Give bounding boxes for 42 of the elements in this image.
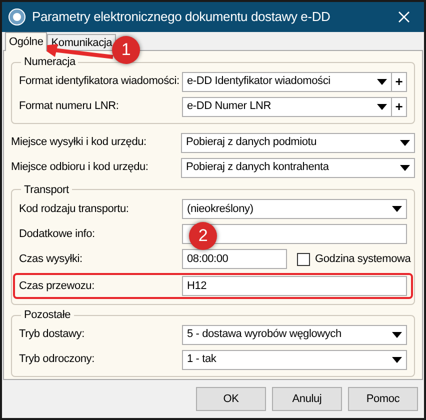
checkbox-label: Godzina systemowa	[315, 252, 411, 267]
field-label: Miejsce wysyłki i kod urzędu:	[11, 135, 148, 150]
dropdown[interactable]: 5 - dostawa wyrobów węglowych	[182, 324, 407, 344]
dropdown-arrow-icon	[392, 332, 402, 338]
dropdown-arrow-icon	[377, 104, 387, 110]
dropdown[interactable]: Pobieraj z danych podmiotu	[181, 132, 415, 152]
add-button[interactable]: +	[392, 96, 407, 116]
dropdown[interactable]: e-DD Identyfikator wiadomości	[182, 72, 392, 92]
group-title: Pozostałe	[23, 308, 72, 323]
tab[interactable]: Ogólne	[5, 32, 48, 51]
dialog-button[interactable]: OK	[196, 387, 266, 411]
dropdown-arrow-icon	[392, 356, 402, 362]
dropdown-arrow-icon	[400, 164, 410, 170]
text-field[interactable]	[182, 224, 407, 244]
text-field[interactable]: 08:00:00	[182, 249, 287, 269]
field-label: Czas przewozu:	[19, 278, 96, 294]
group-title: Numeracja	[23, 55, 77, 70]
field-label: Format numeru LNR:	[19, 99, 120, 114]
app-icon	[8, 8, 26, 26]
dropdown[interactable]: Pobieraj z danych kontrahenta	[181, 158, 415, 178]
dropdown-arrow-icon	[377, 78, 387, 84]
text-field[interactable]: H12	[182, 276, 407, 296]
dropdown[interactable]: 1 - tak	[182, 350, 407, 370]
add-button[interactable]: +	[392, 72, 407, 92]
dropdown-arrow-icon	[400, 140, 410, 146]
close-icon[interactable]	[398, 11, 410, 23]
dropdown-arrow-icon	[392, 206, 402, 212]
field-label: Czas wysyłki:	[19, 252, 84, 267]
window-title: Parametry elektronicznego dokumentu dostawy e-DD	[32, 8, 332, 26]
field-label: Tryb odroczony:	[19, 352, 96, 368]
dropdown[interactable]: e-DD Numer LNR	[182, 96, 392, 116]
checkbox[interactable]	[297, 252, 310, 266]
field-label: Dodatkowe info:	[19, 226, 96, 242]
field-label: Tryb dostawy:	[19, 327, 86, 342]
dialog-button[interactable]: Anuluj	[272, 387, 342, 411]
dropdown[interactable]: (nieokreślony)	[182, 199, 407, 219]
field-label: Miejsce odbioru i kod urzędu:	[11, 160, 150, 176]
group-title: Transport	[23, 182, 70, 198]
dialog-button[interactable]: Pomoc	[348, 387, 418, 411]
field-label: Kod rodzaju transportu:	[19, 202, 130, 217]
field-label: Format identyfikatora wiadomości:	[19, 74, 180, 90]
tab[interactable]: Komunikacja	[47, 34, 116, 50]
